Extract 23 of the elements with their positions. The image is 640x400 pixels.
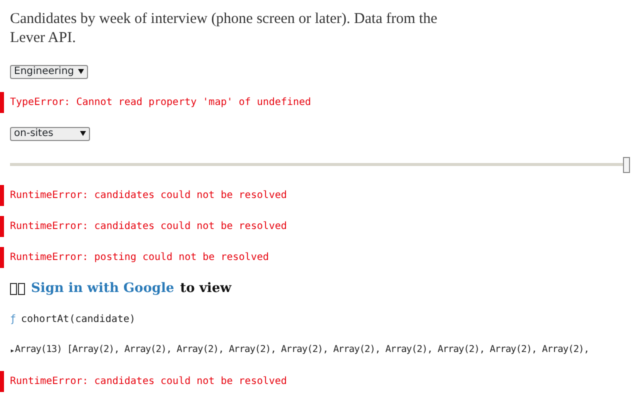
expand-toggle[interactable]: ▸	[10, 344, 15, 356]
function-icon: ƒ	[10, 312, 16, 327]
error-marker	[0, 247, 4, 268]
caret-icon	[78, 69, 84, 74]
error-message: RuntimeError: candidates could not be resolved	[10, 220, 287, 234]
error-marker	[0, 371, 4, 392]
dropdown-select[interactable]: Engineering	[10, 64, 88, 78]
error-marker	[0, 92, 4, 113]
error-marker	[0, 185, 4, 206]
error-message: RuntimeError: posting could not be resolved	[10, 251, 269, 265]
error-marker	[0, 216, 4, 237]
error-message: RuntimeError: candidates could not be resolved	[10, 189, 287, 203]
error-message: TypeError: Cannot read property 'map' of undefined	[10, 96, 312, 110]
array-value: Array(13) [Array(2), Array(2), Array(2), Array(2), Array(2), Array(2), Array(2), Array(2), Array(2), Array(2),	[14, 343, 589, 358]
error-message: RuntimeError: candidates could not be resolved	[10, 375, 287, 389]
dropdown-select[interactable]: on-sites	[10, 126, 90, 140]
description-text: Candidates by week of interview (phone screen or later). Data from the Lever API.	[10, 10, 438, 48]
function-signature: cohortAt(candidate)	[21, 313, 136, 327]
sign-in-text: to view	[180, 280, 232, 298]
sign-in-link[interactable]: Sign in with Google	[31, 278, 174, 298]
caret-icon	[80, 131, 86, 136]
slider-thumb[interactable]	[623, 156, 630, 172]
missing-glyph-icon	[10, 282, 25, 294]
